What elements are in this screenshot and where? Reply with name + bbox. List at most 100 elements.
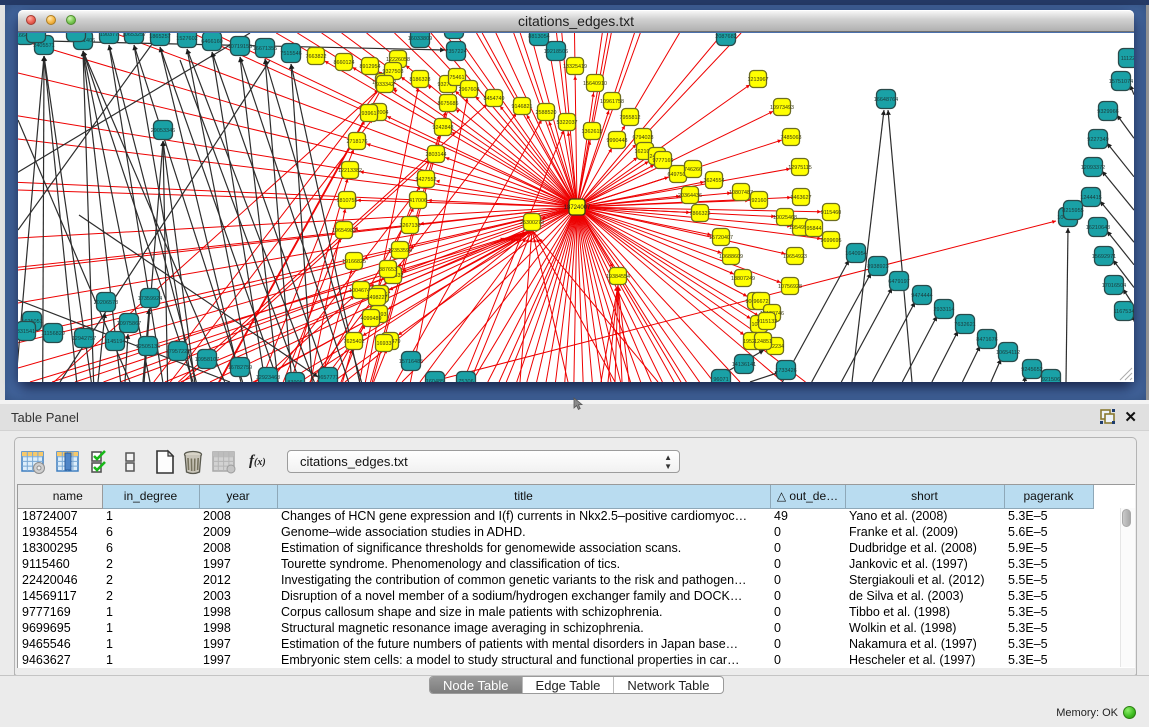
svg-text:7625402: 7625402 (344, 339, 365, 345)
svg-text:7866322: 7866322 (690, 211, 711, 217)
svg-text:75461: 75461 (450, 75, 465, 81)
svg-text:19384554: 19384554 (606, 274, 630, 280)
svg-text:8186328: 8186328 (410, 77, 431, 83)
svg-text:7357224: 7357224 (445, 49, 466, 55)
svg-text:12942757: 12942757 (72, 336, 96, 342)
svg-text:13325419: 13325419 (563, 64, 587, 70)
svg-text:1733426: 1733426 (775, 368, 796, 374)
svg-text:10653257: 10653257 (122, 33, 146, 38)
svg-text:417006: 417006 (409, 198, 427, 204)
svg-text:16933: 16933 (377, 341, 392, 347)
svg-text:10975867: 10975867 (117, 321, 141, 327)
svg-text:18807249: 18807249 (731, 276, 755, 282)
svg-text:8912954: 8912954 (360, 64, 381, 70)
svg-text:9657771: 9657771 (317, 375, 338, 381)
svg-text:10719155: 10719155 (228, 44, 252, 50)
svg-text:1362615: 1362615 (582, 129, 603, 135)
svg-text:2588520: 2588520 (536, 110, 557, 116)
svg-text:1640954: 1640954 (845, 251, 866, 257)
svg-text:190377: 190377 (100, 33, 118, 38)
svg-text:1213967: 1213967 (748, 77, 769, 83)
svg-text:12093372: 12093372 (1081, 165, 1105, 171)
svg-text:8675685: 8675685 (438, 101, 459, 107)
svg-text:15720407: 15720407 (709, 235, 733, 241)
svg-text:75306: 75306 (458, 379, 473, 382)
svg-text:96071: 96071 (713, 377, 728, 382)
svg-text:9463627: 9463627 (791, 195, 812, 201)
svg-text:9327503: 9327503 (383, 69, 404, 75)
svg-text:19218506: 19218506 (544, 49, 568, 55)
svg-text:12975115: 12975115 (788, 165, 812, 171)
svg-text:3267130: 3267130 (400, 223, 421, 229)
svg-text:1527602: 1527602 (176, 36, 197, 42)
svg-text:9329966: 9329966 (1097, 109, 1118, 115)
svg-text:17016504: 17016504 (1102, 283, 1126, 289)
svg-text:6794028: 6794028 (633, 135, 654, 141)
svg-text:8938923: 8938923 (867, 264, 888, 270)
svg-text:17957223: 17957223 (166, 349, 190, 355)
svg-text:8813054: 8813054 (528, 34, 549, 40)
svg-text:2933114: 2933114 (933, 307, 954, 313)
svg-text:9777169: 9777169 (653, 158, 674, 164)
svg-text:9115132: 9115132 (757, 319, 778, 325)
svg-text:19654923: 19654923 (783, 254, 807, 260)
svg-text:9474444: 9474444 (911, 293, 932, 299)
svg-text:9990448: 9990448 (607, 138, 628, 144)
svg-text:2405571: 2405571 (33, 43, 54, 49)
svg-text:9245652: 9245652 (1021, 367, 1042, 373)
svg-text:12353594: 12353594 (388, 248, 412, 254)
svg-text:9227349: 9227349 (1087, 137, 1108, 143)
svg-text:8660124: 8660124 (334, 60, 355, 66)
svg-text:1865257: 1865257 (149, 34, 170, 40)
svg-text:10688609: 10688609 (719, 254, 743, 260)
svg-text:29053346: 29053346 (151, 128, 175, 134)
svg-text:9427552: 9427552 (416, 177, 437, 183)
svg-text:20364436: 20364436 (678, 193, 702, 199)
svg-text:16782759: 16782759 (228, 365, 252, 371)
svg-text:1244415: 1244415 (1080, 195, 1101, 201)
svg-text:19166825: 19166825 (342, 259, 366, 265)
svg-text:124851: 124851 (754, 339, 772, 345)
svg-text:83906: 83906 (287, 380, 302, 382)
svg-text:9242848: 9242848 (433, 125, 454, 131)
svg-text:18724007: 18724007 (564, 205, 591, 211)
svg-text:15716485: 15716485 (399, 359, 423, 365)
svg-text:6479197: 6479197 (888, 279, 909, 285)
svg-text:9699695: 9699695 (821, 238, 842, 244)
svg-text:160485: 160485 (426, 379, 444, 382)
svg-text:16033809: 16033809 (408, 36, 432, 42)
svg-text:933342: 933342 (376, 82, 394, 88)
svg-text:12923468: 12923468 (256, 375, 280, 381)
svg-text:887653: 887653 (379, 267, 397, 273)
svg-text:7515546: 7515546 (280, 51, 301, 57)
svg-text:2087682: 2087682 (715, 34, 736, 40)
svg-text:93961: 93961 (362, 111, 377, 117)
svg-text:15640910: 15640910 (583, 81, 607, 87)
svg-text:14136141: 14136141 (732, 362, 756, 368)
svg-text:9146821: 9146821 (512, 104, 533, 110)
svg-text:10961758: 10961758 (600, 99, 624, 105)
svg-text:16210643: 16210643 (1086, 225, 1110, 231)
svg-text:15751074: 15751074 (1109, 79, 1133, 85)
svg-text:7955812: 7955812 (620, 115, 641, 121)
svg-text:2718176: 2718176 (347, 139, 368, 145)
svg-text:7663822: 7663822 (306, 54, 327, 60)
svg-text:11156829: 11156829 (41, 331, 65, 337)
svg-text:2967608: 2967608 (459, 87, 480, 93)
svg-text:8471676: 8471676 (976, 337, 997, 343)
svg-text:921506: 921506 (1042, 377, 1060, 382)
svg-text:11122: 11122 (1121, 56, 1134, 62)
svg-text:20206578: 20206578 (94, 300, 118, 306)
svg-text:10958107: 10958107 (195, 357, 219, 363)
svg-text:746266: 746266 (684, 167, 702, 173)
svg-text:8454749: 8454749 (484, 96, 505, 102)
svg-text:10973493: 10973493 (770, 105, 794, 111)
svg-text:5322037: 5322037 (557, 120, 578, 126)
svg-text:2803144: 2803144 (426, 152, 447, 158)
svg-text:95844: 95844 (807, 226, 822, 232)
svg-text:92160: 92160 (752, 198, 767, 204)
svg-text:7632621: 7632621 (954, 322, 975, 328)
svg-text:1810755: 1810755 (337, 198, 358, 204)
svg-text:17359924: 17359924 (138, 296, 162, 302)
svg-text:96672: 96672 (754, 299, 769, 305)
